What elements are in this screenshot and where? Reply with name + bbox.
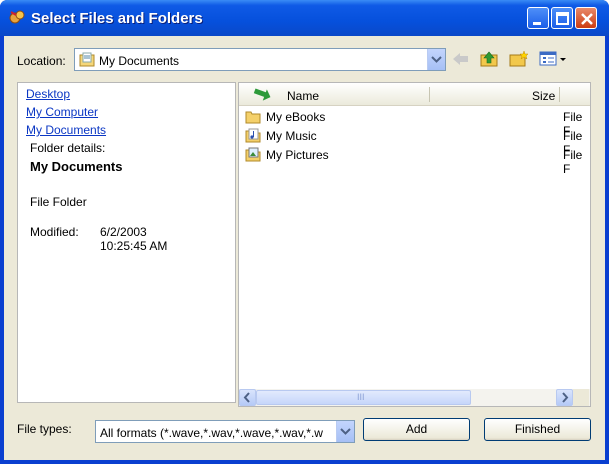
documents-folder-icon — [79, 52, 95, 67]
file-types-dropdown-button[interactable] — [336, 421, 354, 442]
maximize-button[interactable] — [551, 7, 573, 29]
location-value: My Documents — [99, 54, 180, 68]
scrollbar-thumb[interactable]: III — [256, 390, 471, 405]
location-combobox[interactable]: My Documents — [74, 48, 446, 71]
link-my-documents[interactable]: My Documents — [26, 123, 106, 137]
file-name: My Music — [266, 129, 317, 143]
file-types-value: All formats (*.wave,*.wav,*.wave,*.wav,*… — [100, 426, 323, 440]
column-header-name[interactable]: Name — [287, 89, 319, 103]
folder-icon — [245, 111, 261, 124]
app-icon — [9, 10, 25, 24]
location-label: Location: — [17, 54, 66, 68]
dialog-body: Location: My Documents Desktop My Comput… — [4, 36, 605, 460]
sort-arrow-icon — [253, 88, 271, 101]
file-types-combobox[interactable]: All formats (*.wave,*.wav,*.wave,*.wav,*… — [95, 420, 355, 443]
folder-details-pane: Desktop My Computer My Documents Folder … — [17, 82, 236, 403]
finished-button[interactable]: Finished — [484, 418, 591, 441]
pictures-folder-icon — [245, 147, 261, 162]
file-name: My Pictures — [266, 148, 329, 162]
chevron-down-icon — [431, 56, 442, 63]
modified-date: 6/2/2003 — [100, 225, 147, 239]
column-divider[interactable] — [429, 87, 430, 102]
dialog-window: Select Files and Folders Location: My Do… — [0, 0, 609, 464]
window-title: Select Files and Folders — [31, 10, 203, 27]
horizontal-scrollbar[interactable]: III — [239, 389, 590, 406]
link-my-computer[interactable]: My Computer — [26, 105, 98, 119]
chevron-right-icon — [562, 392, 569, 403]
new-folder-icon[interactable] — [509, 50, 529, 68]
maximize-icon — [556, 12, 569, 25]
modified-time: 10:25:45 AM — [100, 239, 168, 253]
add-button[interactable]: Add — [363, 418, 470, 441]
file-list-view[interactable]: Name Size My eBooks File F My Music File… — [238, 82, 591, 407]
chevron-down-icon — [340, 428, 351, 435]
close-button[interactable] — [575, 7, 597, 29]
chevron-left-icon — [243, 392, 250, 403]
title-bar[interactable]: Select Files and Folders — [0, 0, 609, 36]
list-item[interactable]: My Music File F — [245, 127, 585, 157]
scrollbar-grip: III — [357, 392, 365, 402]
file-type: File F — [563, 148, 583, 176]
views-icon[interactable] — [539, 50, 569, 68]
folder-type: File Folder — [30, 195, 87, 209]
music-folder-icon — [245, 128, 261, 143]
file-name: My eBooks — [266, 110, 326, 124]
location-dropdown-button[interactable] — [427, 49, 445, 70]
up-folder-icon[interactable] — [480, 50, 500, 68]
back-arrow-icon[interactable] — [451, 50, 471, 68]
column-divider[interactable] — [559, 87, 560, 102]
close-icon — [581, 13, 593, 25]
list-header: Name Size — [239, 83, 590, 106]
link-desktop[interactable]: Desktop — [26, 87, 70, 101]
scroll-left-button[interactable] — [239, 389, 256, 406]
scrollbar-corner — [573, 389, 589, 406]
minimize-button[interactable] — [527, 7, 549, 29]
column-header-size[interactable]: Size — [532, 89, 555, 103]
scroll-right-button[interactable] — [556, 389, 573, 406]
folder-name: My Documents — [30, 159, 123, 174]
modified-label: Modified: — [30, 225, 79, 239]
folder-details-heading: Folder details: — [30, 141, 106, 155]
list-item[interactable]: My Pictures File F — [245, 146, 585, 176]
file-types-label: File types: — [17, 422, 72, 436]
list-item[interactable]: My eBooks File F — [245, 108, 585, 138]
minimize-icon — [533, 22, 541, 25]
